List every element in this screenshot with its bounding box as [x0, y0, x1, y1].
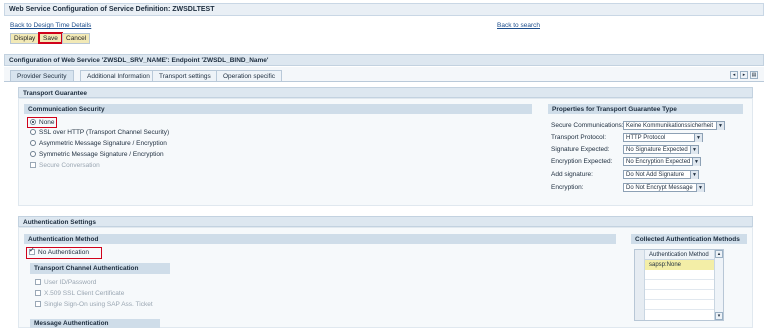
cancel-button[interactable]: Cancel: [62, 33, 91, 44]
collected-methods-header: Collected Authentication Methods: [631, 234, 747, 244]
chevron-down-icon: ▼: [690, 146, 698, 154]
radio-symmetric[interactable]: Symmetric Message Signature / Encryption: [30, 150, 164, 160]
save-button[interactable]: Save: [38, 32, 63, 44]
empty-table-row: [645, 290, 714, 300]
secure-comm-select[interactable]: Keine Kommunikationssicherheit ▼: [623, 121, 725, 130]
table-row[interactable]: sapsp:None: [645, 260, 714, 270]
back-to-search-link[interactable]: Back to search: [497, 22, 540, 29]
radio-icon: [30, 140, 36, 146]
radio-icon: [30, 151, 36, 157]
chevron-down-icon: ▼: [696, 184, 704, 192]
collected-methods-table: Authentication Method sapsp:None ▴ ▾: [634, 249, 724, 321]
sso-ticket-checkbox[interactable]: Single Sign-On using SAP Ass. Ticket: [35, 300, 153, 310]
config-title: Configuration of Web Service 'ZWSDL_SRV_…: [4, 54, 764, 66]
signature-expected-select[interactable]: No Signature Expected ▼: [623, 145, 699, 154]
x509-certificate-checkbox[interactable]: X.509 SSL Client Certificate: [35, 289, 124, 299]
encryption-expected-select[interactable]: No Encryption Expected ▼: [623, 157, 701, 166]
properties-header: Properties for Transport Guarantee Type: [548, 104, 743, 114]
page-title: Web Service Configuration of Service Def…: [4, 3, 764, 16]
table-header-cell: Authentication Method: [645, 250, 714, 260]
chevron-down-icon: ▼: [716, 122, 724, 130]
back-to-design-link[interactable]: Back to Design Time Details: [10, 22, 91, 29]
display-button[interactable]: Display: [10, 33, 40, 44]
checkbox-icon: [35, 301, 41, 307]
transport-protocol-select[interactable]: HTTP Protocol ▼: [623, 133, 703, 142]
radio-icon: [30, 129, 36, 135]
prop-label-secure-comm: Secure Communications:: [551, 122, 624, 129]
checkbox-icon: [35, 290, 41, 296]
empty-table-row: [645, 270, 714, 280]
authentication-method-header: Authentication Method: [24, 234, 616, 244]
checkbox-icon: [30, 162, 36, 168]
scroll-up-icon[interactable]: ▴: [715, 250, 723, 258]
tab-operation-specific[interactable]: Operation specific: [216, 70, 283, 81]
radio-none[interactable]: None: [27, 117, 57, 128]
radio-asymmetric[interactable]: Asymmetric Message Signature / Encryptio…: [30, 139, 167, 149]
scroll-down-icon[interactable]: ▾: [715, 312, 723, 320]
tab-additional-information[interactable]: Additional Information: [80, 70, 157, 81]
tab-list-icon[interactable]: ▤: [750, 71, 758, 79]
prop-label-encryption-expected: Encryption Expected:: [551, 158, 613, 165]
checkbox-icon: [35, 279, 41, 285]
prop-label-transport-protocol: Transport Protocol:: [551, 134, 607, 141]
prop-label-signature-expected: Signature Expected:: [551, 146, 610, 153]
chevron-down-icon: ▼: [690, 171, 698, 179]
transport-guarantee-header: Transport Guarantee: [18, 87, 753, 98]
tab-provider-security[interactable]: Provider Security: [10, 70, 74, 81]
scroll-left-icon[interactable]: ◂: [730, 71, 738, 79]
radio-ssl-over-http[interactable]: SSL over HTTP (Transport Channel Securit…: [30, 128, 169, 138]
radio-selected-icon: [30, 119, 36, 125]
secure-conversation-checkbox[interactable]: Secure Conversation: [30, 161, 100, 171]
empty-table-row: [645, 280, 714, 290]
prop-label-add-signature: Add signature:: [551, 171, 593, 178]
encryption-select[interactable]: Do Not Encrypt Message ▼: [623, 183, 705, 192]
chevron-down-icon: ▼: [694, 134, 702, 142]
add-signature-select[interactable]: Do Not Add Signature ▼: [623, 170, 699, 179]
message-auth-header: Message Authentication: [30, 319, 160, 328]
prop-label-encryption: Encryption:: [551, 184, 584, 191]
no-authentication-checkbox[interactable]: No Authentication: [26, 246, 102, 259]
tab-transport-settings[interactable]: Transport settings: [152, 70, 218, 81]
communication-security-header: Communication Security: [24, 104, 532, 114]
user-password-checkbox[interactable]: User ID/Password: [35, 278, 96, 288]
transport-channel-auth-header: Transport Channel Authentication: [30, 263, 170, 274]
chevron-down-icon: ▼: [692, 158, 700, 166]
table-scrollbar[interactable]: ▴ ▾: [714, 250, 723, 320]
checkbox-checked-icon: [29, 246, 35, 256]
row-selector-column: [635, 250, 645, 320]
authentication-settings-header: Authentication Settings: [18, 216, 753, 227]
scroll-right-icon[interactable]: ▸: [740, 71, 748, 79]
empty-table-row: [645, 300, 714, 310]
